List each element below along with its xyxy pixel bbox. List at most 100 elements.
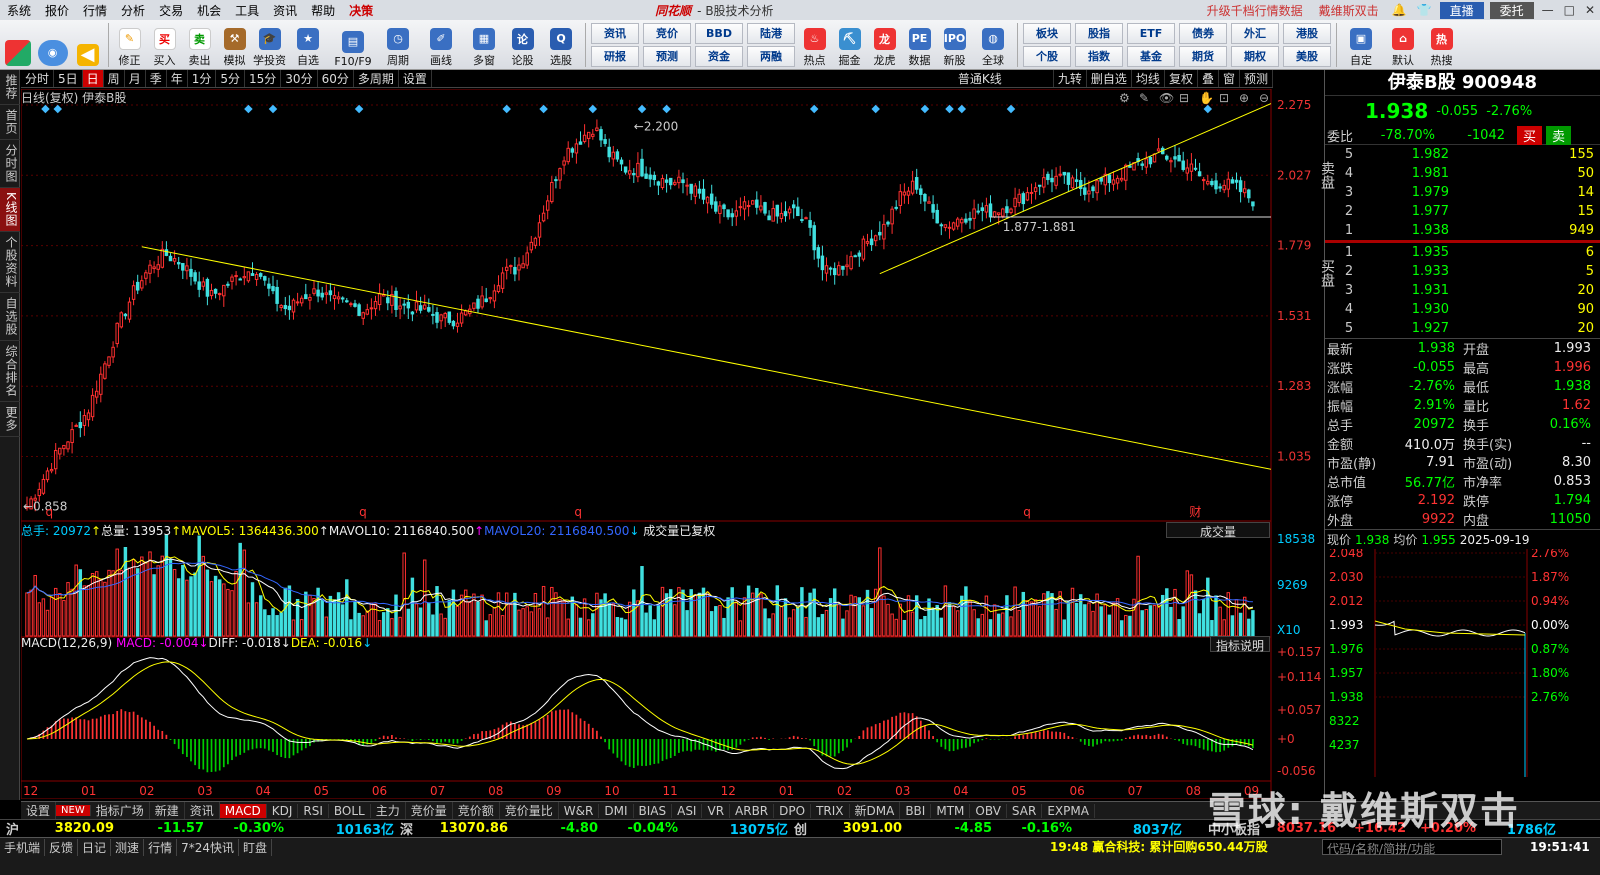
indicator-tab[interactable]: MACD bbox=[219, 803, 267, 818]
tool-sector[interactable]: 板块 bbox=[1023, 22, 1071, 44]
status-item[interactable]: 手机端 bbox=[0, 838, 46, 856]
period-tab[interactable]: 60分 bbox=[318, 70, 354, 87]
screener-button[interactable]: Q 选股 bbox=[541, 22, 581, 68]
btn-remove-watch[interactable]: 删自选 bbox=[1087, 70, 1132, 87]
ipo-button[interactable]: IPO 新股 bbox=[938, 22, 971, 68]
indicator-tab[interactable]: 指标广场 bbox=[91, 802, 150, 819]
quick-buy-button[interactable]: 买 bbox=[1517, 125, 1543, 145]
index-name[interactable]: 创 bbox=[788, 819, 812, 838]
tool-index[interactable]: 指数 bbox=[1075, 45, 1123, 67]
tool-options[interactable]: 期权 bbox=[1231, 45, 1279, 67]
period-button[interactable]: ◷ 周期 bbox=[378, 22, 418, 68]
indicator-tab[interactable]: OBV bbox=[970, 803, 1007, 818]
indicator-tab[interactable]: BBI bbox=[900, 803, 932, 818]
period-tab[interactable]: 年 bbox=[167, 70, 188, 87]
indicator-tab[interactable]: ARBR bbox=[730, 803, 775, 818]
multiwin-button[interactable]: ▦ 多窗 bbox=[464, 22, 504, 68]
status-item[interactable]: 日记 bbox=[78, 838, 112, 856]
btn-window[interactable]: 窗 bbox=[1219, 70, 1240, 87]
btn-forecast[interactable]: 预测 bbox=[1240, 70, 1273, 87]
news-ticker[interactable]: 19:48 赢合科技: 累计回购650.44万股 bbox=[1050, 838, 1268, 856]
tool-report[interactable]: 研报 bbox=[591, 45, 639, 67]
indicator-tab[interactable]: DPO bbox=[774, 803, 812, 818]
tool-funds[interactable]: 基金 bbox=[1127, 45, 1175, 67]
tool-etf[interactable]: ETF bbox=[1127, 22, 1175, 44]
menu-help[interactable]: 帮助 bbox=[304, 2, 342, 19]
indicator-tab[interactable]: 新建 bbox=[150, 802, 185, 819]
indicator-tab[interactable]: TRIX bbox=[811, 803, 850, 818]
mine-button[interactable]: ⛏ 掘金 bbox=[833, 22, 866, 68]
back-button[interactable]: ◀ bbox=[71, 22, 104, 68]
watchlist-button[interactable]: ★ 自选 bbox=[288, 22, 328, 68]
indicator-tab[interactable]: SAR bbox=[1007, 803, 1043, 818]
indicator-tab[interactable]: 竞价量 bbox=[406, 802, 453, 819]
indicator-tab[interactable]: 竞价额 bbox=[453, 802, 500, 819]
index-name[interactable]: 沪 bbox=[0, 819, 24, 838]
btn-adjust[interactable]: 复权 bbox=[1165, 70, 1198, 87]
period-tab[interactable]: 5日 bbox=[54, 70, 83, 87]
period-tab[interactable]: 1分 bbox=[188, 70, 217, 87]
sell-button[interactable]: 卖卖出 bbox=[183, 22, 216, 68]
period-tab[interactable]: 月 bbox=[125, 70, 146, 87]
minimize-icon[interactable]: — bbox=[1537, 3, 1559, 17]
status-item[interactable]: 测速 bbox=[111, 838, 145, 856]
menu-opportunity[interactable]: 机会 bbox=[190, 2, 228, 19]
period-tab[interactable]: 5分 bbox=[216, 70, 246, 87]
status-item[interactable]: 盯盘 bbox=[239, 838, 272, 856]
data-button[interactable]: PE 数据 bbox=[903, 22, 936, 68]
fix-button[interactable]: ✎ 修正 bbox=[113, 22, 146, 68]
search-input[interactable]: 代码/名称/简拼/功能 bbox=[1322, 839, 1502, 856]
index-name[interactable]: 深 bbox=[394, 819, 418, 838]
period-tab[interactable]: 周 bbox=[104, 70, 125, 87]
close-icon[interactable]: ✕ bbox=[1580, 3, 1600, 17]
indicator-tab[interactable]: 设置 bbox=[21, 802, 57, 819]
indicator-tab[interactable]: 竞价量比 bbox=[500, 802, 559, 819]
tool-hkconnect[interactable]: 陆港 bbox=[747, 22, 795, 44]
indicator-tab[interactable]: RSI bbox=[298, 803, 329, 818]
global-button[interactable]: ◍ 全球 bbox=[973, 22, 1013, 68]
discuss-button[interactable]: 论论股 bbox=[506, 22, 539, 68]
volume-indicator-select[interactable]: 成交量 bbox=[1166, 522, 1270, 539]
menu-tools[interactable]: 工具 bbox=[228, 2, 266, 19]
side-recommend[interactable]: 推荐 bbox=[0, 70, 20, 105]
kline-chart[interactable]: 2.2752.0271.7791.5311.2831.035←2.200←0.8… bbox=[21, 89, 1324, 799]
status-item[interactable]: 行情 bbox=[144, 838, 178, 856]
indicator-tab[interactable]: W&R bbox=[559, 803, 600, 818]
status-item[interactable]: 反馈 bbox=[45, 838, 79, 856]
tool-margin[interactable]: 两融 bbox=[747, 45, 795, 67]
tool-news[interactable]: 资讯 bbox=[591, 22, 639, 44]
indicator-tab[interactable]: 资讯 bbox=[185, 802, 220, 819]
tool-auction[interactable]: 竞价 bbox=[643, 22, 691, 44]
buy-button[interactable]: 买买入 bbox=[148, 22, 181, 68]
tool-hk[interactable]: 港股 bbox=[1283, 22, 1331, 44]
menu-decision[interactable]: 决策 bbox=[342, 2, 380, 19]
kline-type-select[interactable]: 普通K线 bbox=[954, 70, 1054, 87]
menu-news[interactable]: 资讯 bbox=[266, 2, 304, 19]
tool-bond[interactable]: 债券 bbox=[1179, 22, 1227, 44]
btn-overlay[interactable]: 叠 bbox=[1198, 70, 1219, 87]
live-button[interactable]: 直播 bbox=[1439, 1, 1484, 19]
promo-link[interactable]: 升级千档行情数据 bbox=[1199, 2, 1311, 19]
tool-futidx[interactable]: 股指 bbox=[1075, 22, 1123, 44]
period-tab-active[interactable]: 日 bbox=[82, 70, 104, 87]
indicator-tab[interactable]: 新DMA bbox=[850, 802, 901, 819]
status-item[interactable]: 7*24快讯 bbox=[177, 838, 239, 856]
period-settings[interactable]: 设置 bbox=[399, 70, 432, 87]
side-kline[interactable]: K线图 bbox=[0, 188, 20, 232]
default-button[interactable]: ⌂ 默认 bbox=[1383, 22, 1423, 68]
side-home[interactable]: 首页 bbox=[0, 105, 20, 140]
side-watchlist[interactable]: 自选股 bbox=[0, 293, 20, 341]
hot-button[interactable]: ♨ 热点 bbox=[798, 22, 831, 68]
indicator-tab[interactable]: MTM bbox=[931, 803, 971, 818]
period-tab[interactable]: 30分 bbox=[281, 70, 318, 87]
tool-us[interactable]: 美股 bbox=[1283, 45, 1331, 67]
menu-quote[interactable]: 报价 bbox=[38, 2, 76, 19]
robot-button[interactable]: ◉ bbox=[36, 22, 69, 68]
side-profile[interactable]: 个股资料 bbox=[0, 232, 20, 293]
tool-fx[interactable]: 外汇 bbox=[1231, 22, 1279, 44]
indicator-tab[interactable]: 主力 bbox=[371, 802, 406, 819]
home-button[interactable] bbox=[1, 22, 34, 68]
menu-system[interactable]: 系统 bbox=[0, 2, 38, 19]
side-more[interactable]: 更多 bbox=[0, 402, 20, 437]
custom-button[interactable]: ▣ 自定 bbox=[1341, 22, 1381, 68]
